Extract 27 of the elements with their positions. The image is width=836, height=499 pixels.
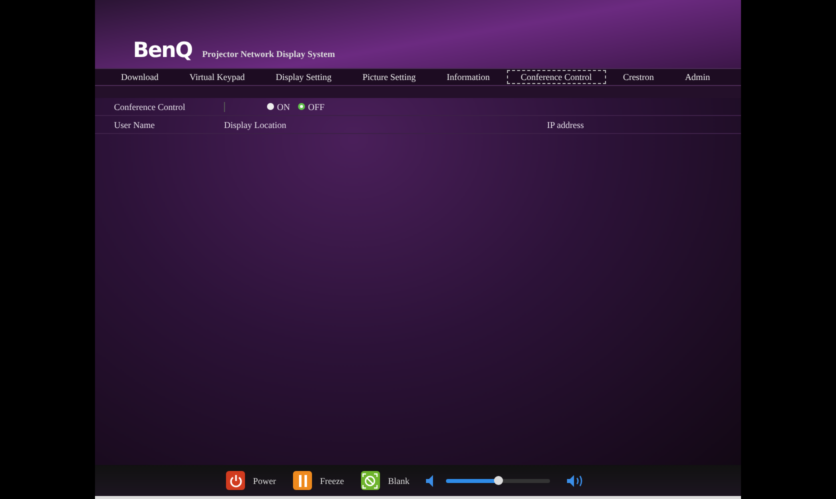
field-label: Conference Control	[114, 102, 225, 112]
control-label: Power	[253, 476, 276, 486]
nav-tab[interactable]: Download	[107, 70, 172, 84]
control-label: Freeze	[320, 476, 344, 486]
radio-option[interactable]: OFF	[298, 102, 325, 112]
slider-handle[interactable]	[494, 476, 504, 484]
control-button[interactable]	[293, 471, 312, 490]
nav-tab[interactable]: Crestron	[608, 70, 668, 84]
column-header: User Name	[114, 120, 156, 130]
radio-option[interactable]: ON	[267, 102, 290, 112]
power-icon	[228, 474, 242, 488]
nav-tab[interactable]: Virtual Keypad	[176, 70, 259, 84]
column-header: Display Location	[224, 120, 288, 130]
nav-tab[interactable]: Picture Setting	[348, 70, 430, 84]
column-header: IP address	[547, 120, 584, 130]
radio-icon[interactable]	[298, 103, 305, 110]
nav-tab[interactable]: Information	[432, 70, 504, 84]
nav-tab[interactable]: Admin	[670, 70, 724, 84]
radio-icon[interactable]	[267, 103, 274, 110]
app-title: Projector Network Display System	[202, 49, 335, 61]
control-button[interactable]	[226, 471, 245, 490]
control-label: Blank	[388, 476, 410, 486]
blank-screen-icon	[362, 472, 378, 488]
nav-tab[interactable]: Display Setting	[262, 70, 346, 84]
control-button[interactable]	[360, 471, 380, 490]
logo: BenQ	[133, 38, 192, 62]
nav-tab[interactable]: Conference Control	[506, 70, 606, 84]
